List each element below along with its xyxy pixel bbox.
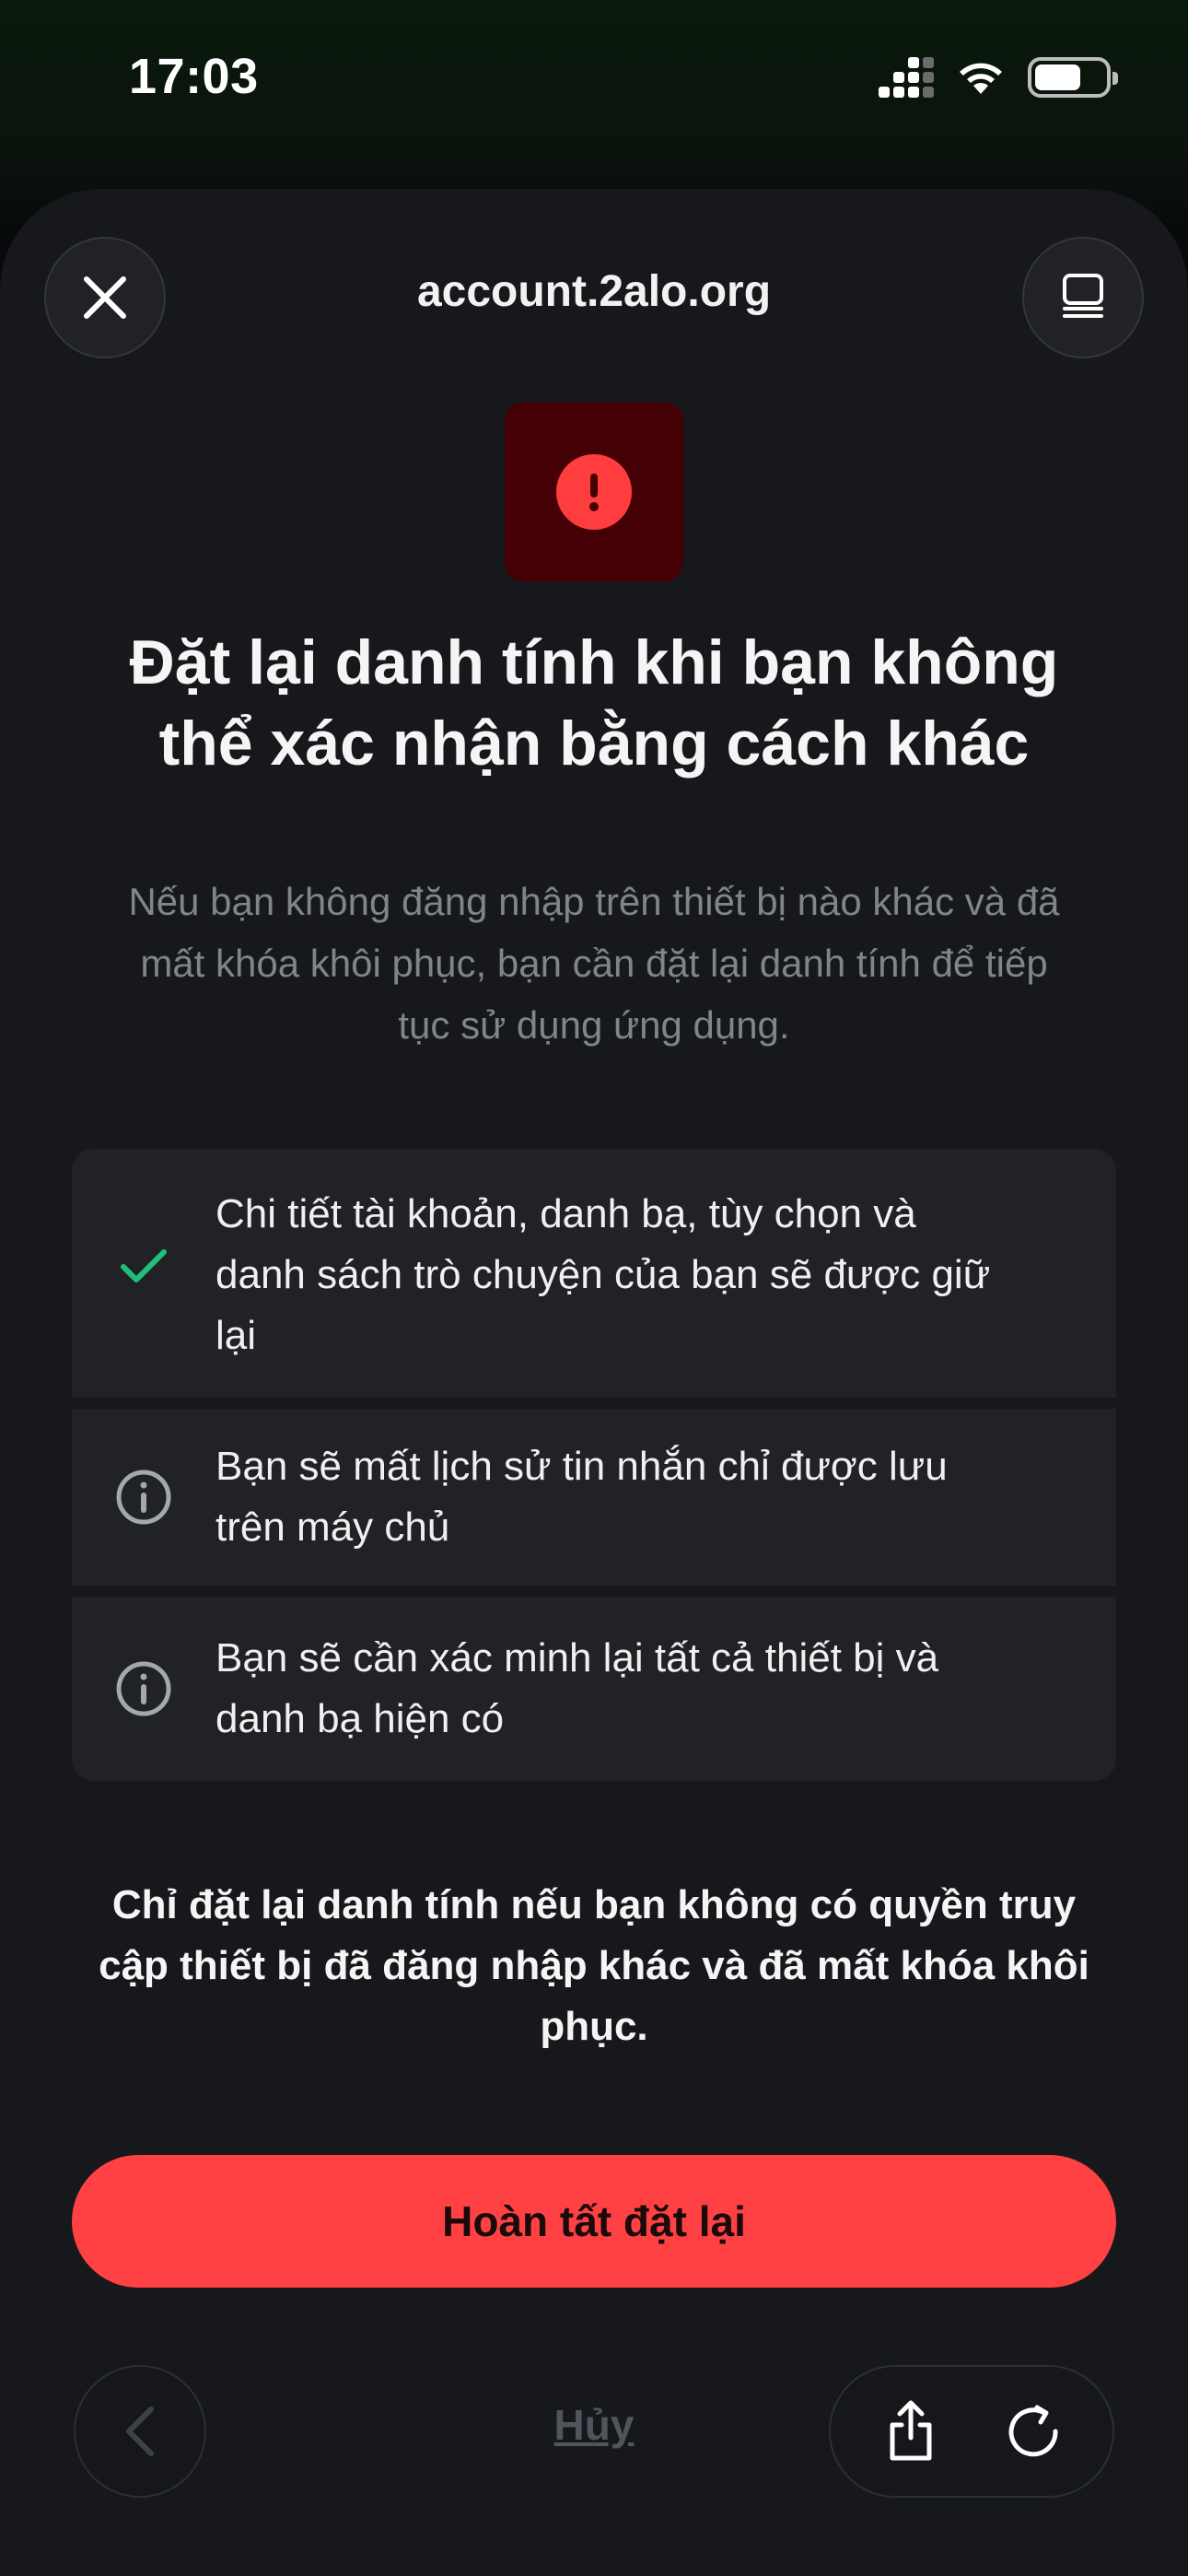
consequences-list: Chi tiết tài khoản, danh bạ, tùy chọn và… [72, 1149, 1116, 1781]
list-item-text: Chi tiết tài khoản, danh bạ, tùy chọn và… [215, 1184, 990, 1366]
battery-level [1035, 64, 1080, 90]
info-icon-wrap [72, 1628, 215, 1750]
warning-line: phục. [540, 2004, 648, 2049]
warning-line: cập thiết bị đã đăng nhập khác và đã mất… [99, 1943, 1089, 1988]
list-item-line: danh bạ hiện có [215, 1696, 505, 1741]
alert-badge [505, 403, 683, 581]
battery-icon [1028, 57, 1118, 98]
list-item-text: Bạn sẽ mất lịch sử tin nhắn chỉ được lưu… [215, 1436, 948, 1558]
info-icon [116, 1469, 171, 1525]
tabs-icon [1063, 274, 1103, 318]
description-line: Nếu bạn không đăng nhập trên thiết bị nà… [128, 880, 1060, 923]
list-item-line: danh sách trò chuyện của bạn sẽ được giữ [215, 1252, 991, 1297]
status-bar: 17:03 [0, 0, 1188, 166]
page-domain: account.2alo.org [416, 267, 772, 316]
cellular-signal-icon [879, 57, 934, 98]
reload-icon [1008, 2405, 1058, 2457]
checkmark-icon [121, 1249, 167, 1282]
page-title: Đặt lại danh tính khi bạn không thể xác … [74, 622, 1114, 784]
list-item-line: trên máy chủ [215, 1505, 450, 1550]
list-item-text: Bạn sẽ cần xác minh lại tất cả thiết bị … [215, 1628, 938, 1750]
list-item: Chi tiết tài khoản, danh bạ, tùy chọn và… [72, 1149, 1116, 1398]
wifi-icon [960, 63, 1002, 94]
list-item-line: lại [215, 1313, 257, 1358]
list-item-line: Chi tiết tài khoản, danh bạ, tùy chọn và [215, 1191, 916, 1236]
checkmark-icon-wrap [72, 1184, 215, 1350]
share-icon [890, 2400, 931, 2461]
list-item: Bạn sẽ cần xác minh lại tất cả thiết bị … [72, 1597, 1116, 1781]
warning-line: Chỉ đặt lại danh tính nếu bạn không có q… [111, 1882, 1077, 1927]
modal-sheet: account.2alo.org Đặt lại danh tính khi b… [0, 189, 1188, 2576]
status-icons [879, 57, 1118, 98]
list-item: Bạn sẽ mất lịch sử tin nhắn chỉ được lưu… [72, 1409, 1116, 1586]
description-line: tục sử dụng ứng dụng. [398, 1003, 790, 1047]
description-line: mất khóa khôi phục, bạn cần đặt lại danh… [140, 942, 1048, 985]
screen: 17:03 account.2alo.org Đặt lại danh tính… [0, 0, 1188, 2576]
exclamation-icon [556, 454, 632, 530]
finish-reset-button[interactable]: Hoàn tất đặt lại [72, 2155, 1116, 2288]
info-icon-wrap [72, 1436, 215, 1558]
page-description: Nếu bạn không đăng nhập trên thiết bị nà… [64, 871, 1124, 1056]
list-item-line: Bạn sẽ cần xác minh lại tất cả thiết bị … [215, 1635, 939, 1680]
title-line: Đặt lại danh tính khi bạn không [129, 627, 1059, 697]
status-time: 17:03 [129, 49, 259, 104]
reload-button[interactable] [983, 2381, 1084, 2482]
share-button[interactable] [860, 2381, 961, 2482]
list-item-line: Bạn sẽ mất lịch sử tin nhắn chỉ được lưu [215, 1444, 948, 1489]
info-icon [116, 1661, 171, 1716]
title-line: thể xác nhận bằng cách khác [158, 708, 1030, 779]
tabs-button[interactable] [1022, 237, 1144, 358]
browser-actions [829, 2365, 1114, 2498]
warning-text: Chỉ đặt lại danh tính nếu bạn không có q… [74, 1875, 1114, 2057]
